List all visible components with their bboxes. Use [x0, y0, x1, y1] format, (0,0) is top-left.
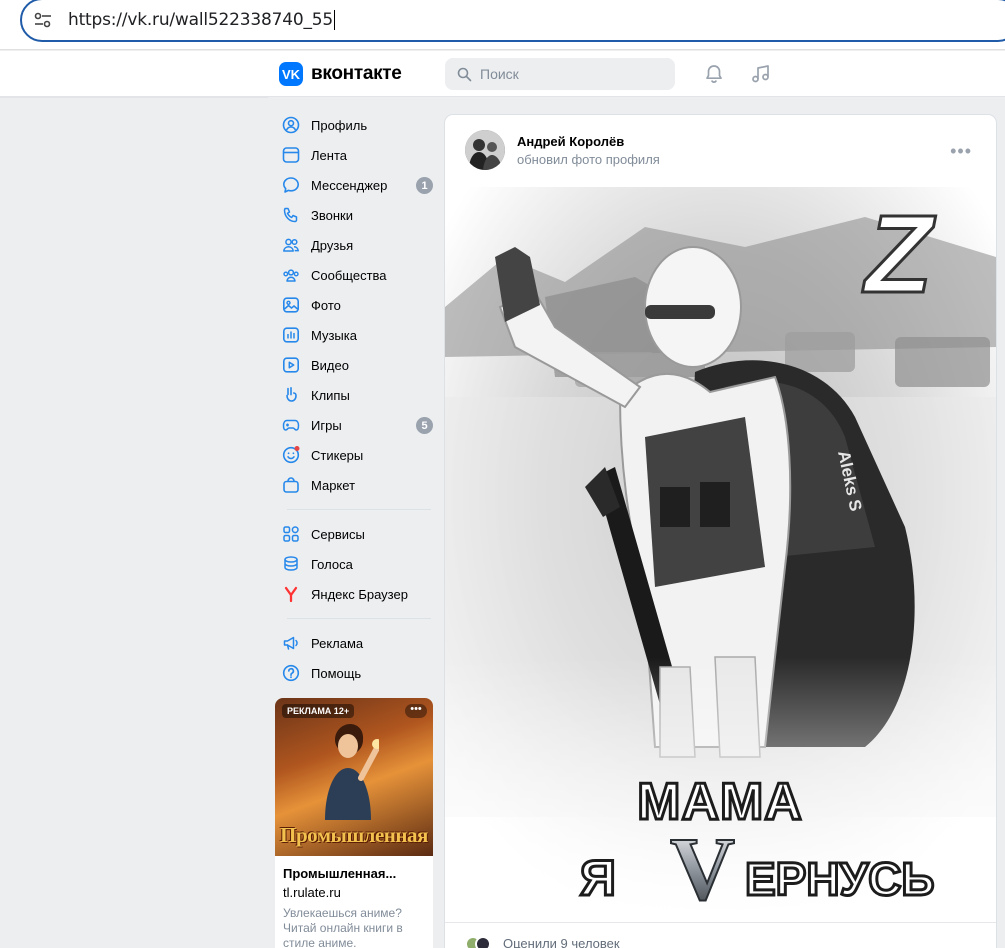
- post-action: обновил фото профиля: [517, 152, 660, 167]
- nav-yandex-browser[interactable]: Яндекс Браузер: [275, 579, 435, 609]
- nav-votes[interactable]: Голоса: [275, 549, 435, 579]
- feed-icon: [281, 145, 301, 165]
- nav-photos[interactable]: Фото: [275, 290, 435, 320]
- ads-icon: [281, 633, 301, 653]
- messenger-icon: [281, 175, 301, 195]
- nav-stickers[interactable]: Стикеры: [275, 440, 435, 470]
- friends-icon: [281, 235, 301, 255]
- nav-label: Голоса: [311, 556, 353, 572]
- vk-logo-text: вконтакте: [311, 63, 402, 84]
- post-photo[interactable]: Aleks S Z МАМА Я V ЕРНУСЬ: [445, 187, 996, 922]
- text-caret: [333, 10, 335, 30]
- nav-label: Видео: [311, 357, 349, 373]
- help-icon: [281, 663, 301, 683]
- communities-icon: [281, 265, 301, 285]
- left-menu: Профиль Лента Мессенджер 1 Звонки Друзья…: [275, 110, 435, 688]
- url-text[interactable]: https://vk.ru/wall522338740_55: [68, 10, 335, 30]
- liker-avatar: [475, 936, 491, 948]
- market-icon: [281, 475, 301, 495]
- nav-label: Мессенджер: [311, 177, 388, 193]
- nav-label: Лента: [311, 147, 347, 163]
- search-box[interactable]: [445, 58, 675, 90]
- stickers-icon: [281, 445, 301, 465]
- nav-label: Клипы: [311, 387, 350, 403]
- video-icon: [281, 355, 301, 375]
- likers-avatars[interactable]: [465, 936, 491, 948]
- nav-label: Звонки: [311, 207, 353, 223]
- nav-label: Помощь: [311, 665, 362, 681]
- ad-banner-text: Промышленная революция: [280, 824, 428, 852]
- nav-feed[interactable]: Лента: [275, 140, 435, 170]
- caption-letter-v: V: [670, 820, 735, 919]
- post-more-button[interactable]: •••: [950, 141, 972, 162]
- ad-more-button[interactable]: •••: [405, 704, 427, 718]
- photo-icon: [281, 295, 301, 315]
- author-avatar[interactable]: [465, 130, 505, 170]
- wall-post: Андрей Королёв обновил фото профиля •••: [445, 115, 996, 948]
- nav-market[interactable]: Маркет: [275, 470, 435, 500]
- nav-clips[interactable]: Клипы: [275, 380, 435, 410]
- phone-icon: [281, 205, 301, 225]
- profile-icon: [281, 115, 301, 135]
- post-author[interactable]: Андрей Королёв: [517, 134, 624, 149]
- search-icon: [457, 67, 472, 81]
- coins-icon: [281, 554, 301, 574]
- nav-label: Стикеры: [311, 447, 364, 463]
- ad-description: Увлекаешься аниме? Читай онлайн книги в …: [283, 906, 403, 948]
- ad-title[interactable]: Промышленная...: [283, 866, 425, 881]
- ad-image[interactable]: РЕКЛАМА 12+ ••• Промышленная революция: [275, 698, 433, 856]
- menu-divider: [287, 509, 431, 510]
- nav-label: Реклама: [311, 635, 364, 651]
- photo-illustration: Aleks S Z МАМА Я V ЕРНУСЬ: [445, 187, 996, 922]
- z-letter: Z: [862, 193, 936, 316]
- services-icon: [281, 524, 301, 544]
- nav-profile[interactable]: Профиль: [275, 110, 435, 140]
- header-divider: [0, 97, 268, 98]
- nav-label: Яндекс Браузер: [311, 586, 408, 602]
- nav-label: Профиль: [311, 117, 368, 133]
- yandex-icon: [281, 584, 301, 604]
- ad-illustration: [325, 724, 379, 820]
- post-footer: Оценили 9 человек: [445, 922, 996, 948]
- unread-badge: 1: [416, 177, 433, 194]
- likes-count[interactable]: Оценили 9 человек: [503, 936, 620, 948]
- nav-messenger[interactable]: Мессенджер 1: [275, 170, 435, 200]
- nav-label: Друзья: [311, 237, 354, 253]
- nav-friends[interactable]: Друзья: [275, 230, 435, 260]
- vk-header: VK вконтакте: [0, 51, 1005, 98]
- search-input[interactable]: [480, 66, 670, 82]
- caption-word-ya: Я: [580, 850, 616, 906]
- nav-services[interactable]: Сервисы: [275, 519, 435, 549]
- site-settings-icon[interactable]: [32, 9, 54, 31]
- nav-label: Сообщества: [311, 267, 387, 283]
- ad-card[interactable]: РЕКЛАМА 12+ ••• Промышленная революция П…: [275, 698, 433, 948]
- post-header: Андрей Королёв обновил фото профиля •••: [445, 115, 996, 187]
- bell-icon[interactable]: [703, 63, 725, 85]
- nav-label: Фото: [311, 297, 341, 313]
- nav-label: Игры: [311, 417, 342, 433]
- nav-games[interactable]: Игры 5: [275, 410, 435, 440]
- games-badge: 5: [416, 417, 433, 434]
- nav-ads[interactable]: Реклама: [275, 628, 435, 658]
- browser-toolbar: https://vk.ru/wall522338740_55: [0, 0, 1005, 50]
- nav-communities[interactable]: Сообщества: [275, 260, 435, 290]
- nav-label: Музыка: [311, 327, 357, 343]
- clips-icon: [281, 385, 301, 405]
- music-player-icon[interactable]: [750, 63, 772, 85]
- nav-label: Маркет: [311, 477, 356, 493]
- music-icon: [281, 325, 301, 345]
- ad-domain[interactable]: tl.rulate.ru: [283, 885, 425, 900]
- ad-label: РЕКЛАМА 12+: [282, 704, 355, 718]
- nav-label: Сервисы: [311, 526, 365, 542]
- address-bar[interactable]: https://vk.ru/wall522338740_55: [20, 0, 1005, 42]
- vk-logo[interactable]: VK вконтакте: [279, 62, 402, 86]
- nav-help[interactable]: Помощь: [275, 658, 435, 688]
- vk-logo-icon: VK: [279, 62, 303, 86]
- nav-music[interactable]: Музыка: [275, 320, 435, 350]
- nav-video[interactable]: Видео: [275, 350, 435, 380]
- games-icon: [281, 415, 301, 435]
- menu-divider: [287, 618, 431, 619]
- caption-word-ernus: ЕРНУСЬ: [745, 853, 934, 905]
- nav-calls[interactable]: Звонки: [275, 200, 435, 230]
